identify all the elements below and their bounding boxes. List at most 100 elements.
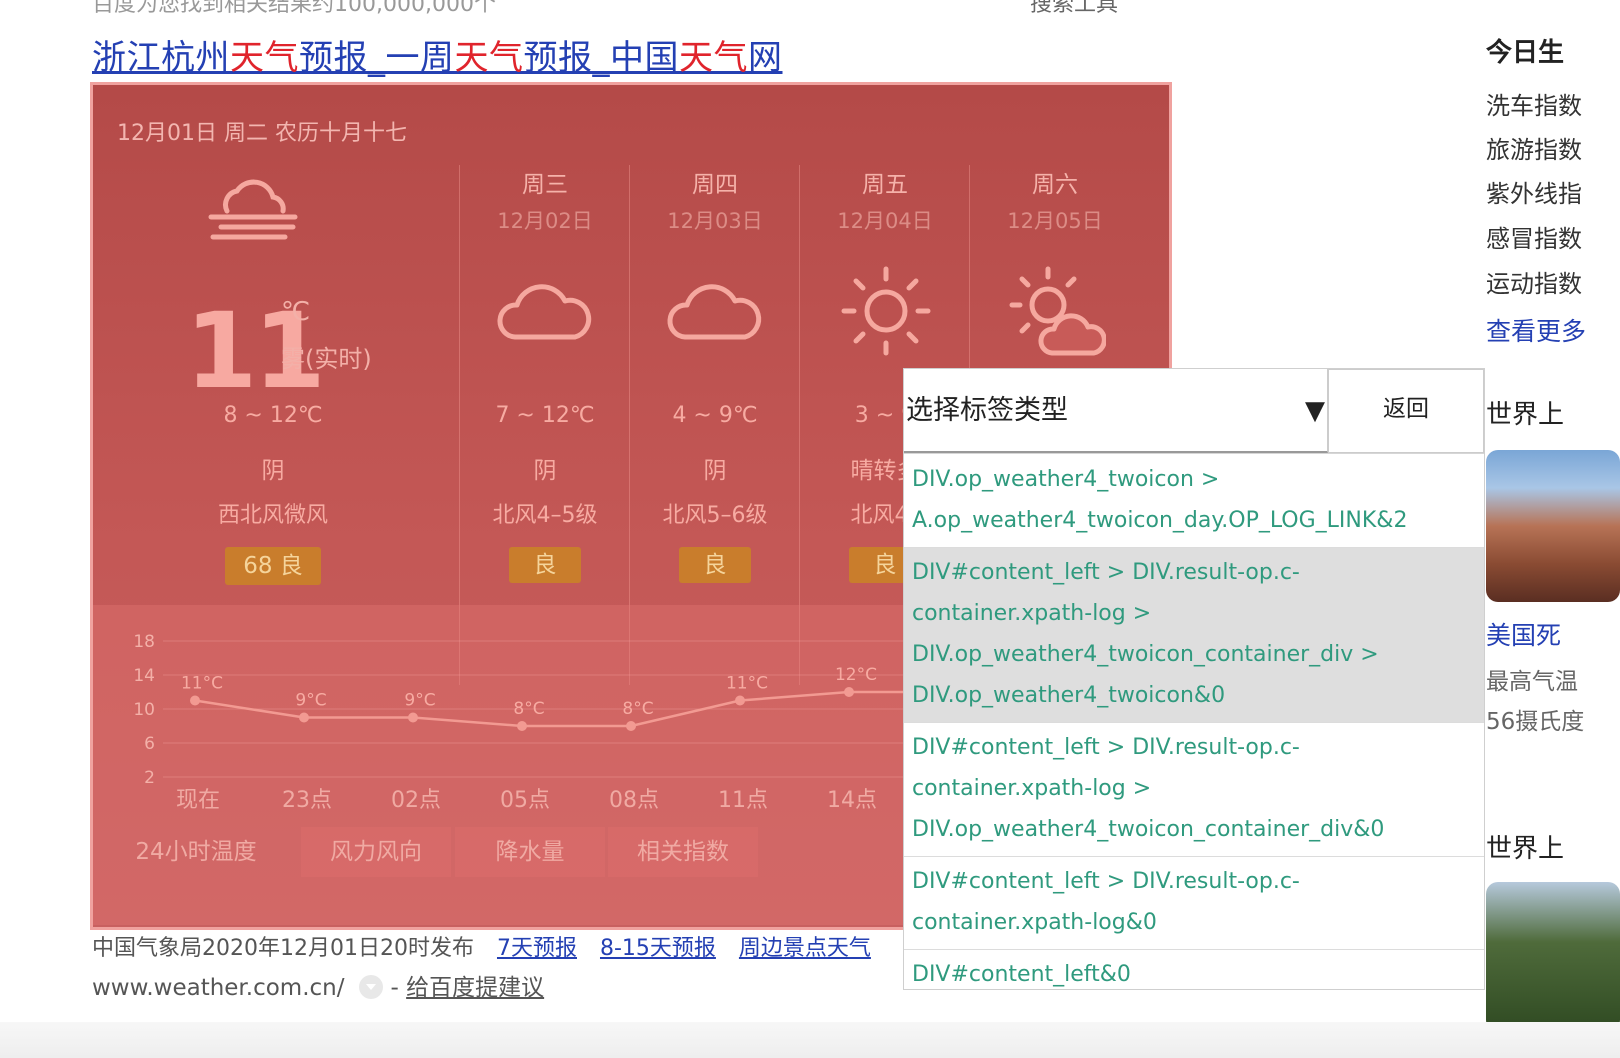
day-condition: 阴 xyxy=(533,458,557,484)
index-item[interactable]: 运动指数 xyxy=(1486,264,1582,299)
y-tick-label: 18 xyxy=(133,632,155,652)
day-of-week: 周三 xyxy=(522,172,568,198)
temp-point[interactable] xyxy=(844,687,854,697)
x-tick-label: 14点 xyxy=(827,788,877,813)
y-tick-label: 10 xyxy=(133,700,155,720)
title-segment: 预报_中国 xyxy=(523,38,679,78)
today-wind: 西北风微风 xyxy=(217,503,328,528)
x-tick-label: 05点 xyxy=(500,788,550,813)
x-tick-label: 02点 xyxy=(391,788,441,813)
publish-line: 中国气象局2020年12月01日20时发布 7天预报 8-15天预报 周边景点天… xyxy=(92,930,871,962)
title-keyword: 天气 xyxy=(230,38,299,78)
temp-point[interactable] xyxy=(517,721,527,731)
today-aqi-badge: 68 良 xyxy=(225,547,321,585)
day-aqi-badge: 良 xyxy=(679,547,751,583)
index-item[interactable]: 感冒指数 xyxy=(1486,219,1582,254)
today-condition: 阴 xyxy=(261,458,285,484)
point-label: 8°C xyxy=(622,699,653,719)
title-keyword: 天气 xyxy=(679,38,748,78)
temp-point[interactable] xyxy=(190,695,200,706)
link-nearby-weather[interactable]: 周边景点天气 xyxy=(739,936,871,961)
x-tick-label: 11点 xyxy=(718,788,768,813)
temp-point[interactable] xyxy=(408,712,418,723)
point-label: 12°C xyxy=(835,665,877,685)
day-of-week: 周四 xyxy=(692,172,738,198)
tab-wind[interactable]: 风力风向 xyxy=(301,827,451,877)
y-tick-label: 2 xyxy=(144,768,155,788)
day-aqi-badge: 良 xyxy=(509,547,581,583)
day-of-week: 周五 xyxy=(862,172,908,198)
tag-type-select[interactable]: 选择标签类型 ▼ xyxy=(904,369,1328,453)
chevron-down-icon[interactable] xyxy=(358,974,383,999)
source-url: www.weather.com.cn/ xyxy=(92,975,345,1001)
title-segment: 浙江杭州 xyxy=(92,38,230,78)
canyon-thumbnail[interactable] xyxy=(1486,450,1620,602)
index-item[interactable]: 紫外线指 xyxy=(1486,174,1582,209)
cloud-icon xyxy=(495,277,595,351)
x-tick-label: 现在 xyxy=(176,788,220,813)
selector-option[interactable]: DIV.op_weather4_twoicon > A.op_weather4_… xyxy=(904,455,1484,548)
day-wind: 北风5–6级 xyxy=(662,503,768,528)
point-label: 9°C xyxy=(295,691,326,711)
temp-unit: ℃ xyxy=(281,297,311,327)
tab-24h-temp[interactable]: 24小时温度 xyxy=(93,827,299,877)
selector-option[interactable]: DIV#content_left > DIV.result-op.c-conta… xyxy=(904,857,1484,950)
result-count: 百度为您找到相关结果约100,000,000个 xyxy=(92,0,496,17)
search-tools-link[interactable]: 搜索工具 xyxy=(1030,0,1118,18)
y-tick-label: 6 xyxy=(144,734,155,754)
day-of-week: 周六 xyxy=(1032,172,1078,198)
tab-indices[interactable]: 相关指数 xyxy=(608,827,758,877)
title-keyword: 天气 xyxy=(454,38,524,78)
dash: - xyxy=(390,975,407,1001)
section-heading: 世界上 xyxy=(1486,400,1565,430)
selector-option[interactable]: DIV#content_left > DIV.result-op.c-conta… xyxy=(904,723,1484,857)
point-label: 9°C xyxy=(404,691,435,711)
cloud-icon xyxy=(665,277,765,351)
title-segment: 预报_一周 xyxy=(299,38,455,78)
link-8-15day[interactable]: 8-15天预报 xyxy=(600,936,716,961)
title-segment: 网 xyxy=(748,38,783,78)
selector-panel[interactable]: 选择标签类型 ▼ 返回 DIV.op_weather4_twoicon > A.… xyxy=(903,368,1485,990)
life-index-title: 今日生 xyxy=(1486,38,1565,68)
index-item[interactable]: 洗车指数 xyxy=(1486,86,1582,121)
right-sidebar: 今日生 洗车指数 旅游指数 紫外线指 感冒指数 运动指数 查看更多 世界上 美国… xyxy=(1486,0,1620,1058)
back-button[interactable]: 返回 xyxy=(1328,369,1484,453)
today-range: 8 ~ 12℃ xyxy=(223,403,323,428)
card-desc: 最高气温 xyxy=(1486,669,1578,695)
day-range: 7 ~ 12℃ xyxy=(495,403,595,428)
selector-option[interactable]: DIV#content_left&0 xyxy=(904,950,1484,989)
tab-precip[interactable]: 降水量 xyxy=(455,827,605,877)
dropdown-arrow-icon: ▼ xyxy=(1305,396,1325,426)
day-range: 4 ~ 9℃ xyxy=(672,403,758,428)
today-block[interactable]: 11 ℃ 雾(实时) 8 ~ 12℃ 阴 西北风微风 68 良 xyxy=(93,85,459,685)
url-line: www.weather.com.cn/ - 给百度提建议 xyxy=(92,968,544,1003)
card-title-link[interactable]: 美国死 xyxy=(1486,616,1561,652)
bottom-scroll-area xyxy=(0,1022,1620,1058)
see-more-link[interactable]: 查看更多 xyxy=(1486,312,1586,348)
temp-point[interactable] xyxy=(299,712,309,723)
current-condition: 雾(实时) xyxy=(281,345,372,373)
index-item[interactable]: 旅游指数 xyxy=(1486,130,1582,165)
x-tick-label: 08点 xyxy=(609,788,659,813)
forest-thumbnail[interactable] xyxy=(1486,882,1620,1032)
publish-text: 中国气象局2020年12月01日20时发布 xyxy=(92,936,474,961)
fog-icon xyxy=(205,177,301,253)
y-tick-label: 14 xyxy=(133,666,155,686)
temp-point[interactable] xyxy=(626,721,636,731)
selector-option[interactable]: DIV#content_left > DIV.result-op.c-conta… xyxy=(904,548,1484,723)
suggest-link[interactable]: 给百度提建议 xyxy=(406,975,544,1001)
sun-cloud-icon xyxy=(1006,265,1107,365)
day-date: 12月04日 xyxy=(837,209,933,233)
day-date: 12月05日 xyxy=(1007,209,1103,233)
temp-point[interactable] xyxy=(735,695,745,706)
point-label: 11°C xyxy=(181,674,223,694)
day-wind: 北风4–5级 xyxy=(492,503,598,528)
result-title-link[interactable]: 浙江杭州天气预报_一周天气预报_中国天气网 xyxy=(92,30,783,79)
link-7day[interactable]: 7天预报 xyxy=(497,936,577,961)
point-label: 8°C xyxy=(513,699,544,719)
point-label: 11°C xyxy=(726,674,768,694)
sun-icon xyxy=(840,265,932,361)
section-heading: 世界上 xyxy=(1486,834,1565,864)
x-tick-label: 23点 xyxy=(282,788,332,813)
day-date: 12月03日 xyxy=(667,209,763,233)
